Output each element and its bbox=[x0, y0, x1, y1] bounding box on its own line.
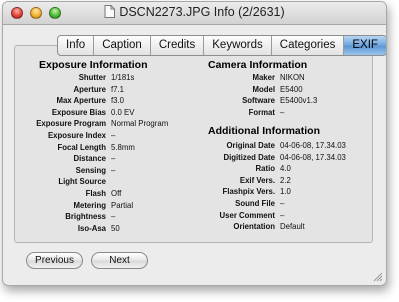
camera-label: Maker bbox=[252, 73, 275, 82]
additional-row: Ratio 4.0 bbox=[3, 163, 386, 175]
additional-label: Digitized Date bbox=[223, 152, 275, 162]
camera-value: E5400 bbox=[280, 84, 303, 94]
camera-label: Model bbox=[252, 84, 275, 94]
additional-row: Orientation Default bbox=[3, 221, 386, 233]
tab-caption[interactable]: Caption bbox=[94, 36, 151, 55]
additional-row: User Comment – bbox=[3, 210, 386, 222]
window-title: DSCN2273.JPG Info (2/2631) bbox=[119, 5, 285, 19]
additional-row: Original Date 04-06-08, 17.34.03 bbox=[3, 140, 386, 152]
tab-keywords[interactable]: Keywords bbox=[204, 36, 272, 55]
additional-value: 04-06-08, 17.34.03 bbox=[280, 141, 346, 150]
camera-info-list: Maker NIKON Model E5400 Software E5400v1.3 For… bbox=[3, 72, 386, 118]
tab-exif[interactable]: EXIF bbox=[344, 36, 386, 55]
additional-value: 2.2 bbox=[280, 175, 291, 185]
additional-value: 4.0 bbox=[280, 164, 291, 174]
camera-label: Software bbox=[242, 96, 275, 106]
exposure-value: Normal Program bbox=[111, 119, 169, 129]
additional-section-title: Additional Information bbox=[208, 125, 320, 137]
additional-label: Exif Vers. bbox=[239, 175, 275, 185]
exposure-row: Exposure Program Normal Program bbox=[3, 118, 203, 130]
additional-value: – bbox=[280, 198, 285, 208]
additional-value: 04-06-08, 17.34.03 bbox=[280, 152, 346, 162]
exposure-label: Exposure Program bbox=[36, 119, 106, 129]
camera-row: Software E5400v1.3 bbox=[3, 95, 386, 107]
title-bar[interactable]: DSCN2273.JPG Info (2/2631) bbox=[3, 2, 386, 25]
document-icon bbox=[104, 5, 116, 18]
additional-value: – bbox=[280, 210, 285, 220]
additional-label: User Comment bbox=[219, 210, 275, 220]
tab-info[interactable]: Info bbox=[58, 36, 95, 55]
additional-row: Digitized Date 04-06-08, 17.34.03 bbox=[3, 152, 386, 164]
previous-button[interactable]: Previous bbox=[26, 252, 83, 269]
camera-value: – bbox=[280, 107, 285, 117]
window-title-container: DSCN2273.JPG Info (2/2631) bbox=[3, 5, 386, 19]
additional-row: Sound File – bbox=[3, 198, 386, 210]
additional-label: Orientation bbox=[233, 222, 275, 232]
tab-bar: Info Caption Credits Keywords Categories… bbox=[57, 35, 386, 56]
additional-label: Ratio bbox=[255, 164, 276, 174]
tab-credits[interactable]: Credits bbox=[151, 36, 205, 55]
camera-section-title: Camera Information bbox=[208, 59, 308, 71]
resize-grip-icon[interactable] bbox=[372, 271, 383, 282]
next-button[interactable]: Next bbox=[91, 252, 148, 269]
tab-categories[interactable]: Categories bbox=[272, 36, 345, 55]
camera-row: Model E5400 bbox=[3, 84, 386, 96]
info-window: DSCN2273.JPG Info (2/2631) Info Caption … bbox=[2, 1, 387, 286]
additional-value: Default bbox=[280, 222, 305, 232]
additional-value: 1.0 bbox=[280, 187, 291, 197]
additional-label: Original Date bbox=[226, 141, 275, 150]
camera-value: NIKON bbox=[280, 73, 305, 82]
additional-row: Exif Vers. 2.2 bbox=[3, 175, 386, 187]
camera-value: E5400v1.3 bbox=[280, 96, 318, 106]
additional-row: Flashpix Vers. 1.0 bbox=[3, 186, 386, 198]
additional-label: Sound File bbox=[235, 198, 275, 208]
exposure-section-title: Exposure Information bbox=[39, 59, 148, 71]
additional-info-list: Original Date 04-06-08, 17.34.03 Digitized… bbox=[3, 140, 386, 233]
additional-label: Flashpix Vers. bbox=[222, 187, 275, 197]
camera-label: Format bbox=[248, 107, 275, 117]
camera-row: Format – bbox=[3, 107, 386, 119]
camera-row: Maker NIKON bbox=[3, 72, 386, 84]
